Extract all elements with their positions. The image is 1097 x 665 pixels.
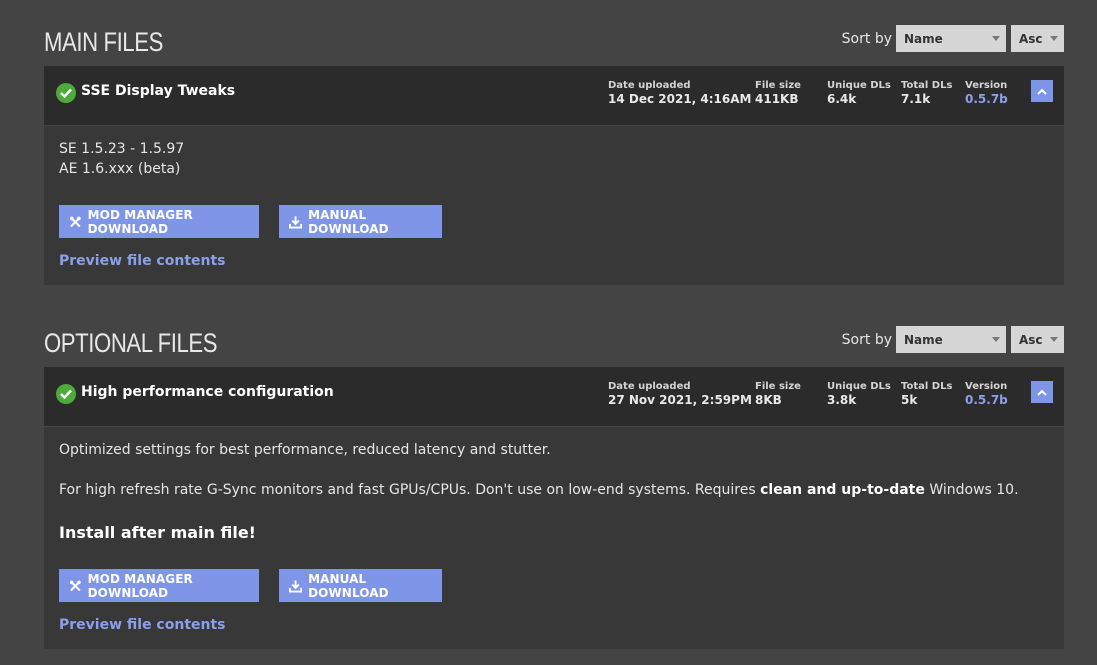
sort-label: Sort by (841, 30, 892, 47)
button-label: MOD MANAGER DOWNLOAD (87, 571, 193, 600)
stat-value: 6.4k (827, 92, 857, 106)
stat-value: 7.1k (901, 92, 931, 106)
stat-value: 14 Dec 2021, 4:16AM (608, 92, 752, 106)
file-description: Optimized settings for best performance,… (59, 442, 551, 458)
stat-value: 3.8k (827, 393, 857, 407)
version-link[interactable]: 0.5.7b (965, 393, 1008, 407)
stat-date-uploaded: Date uploaded 27 Nov 2021, 2:59PM (608, 381, 752, 407)
chevron-down-icon (992, 337, 1000, 342)
file-header[interactable]: SSE Display Tweaks Date uploaded 14 Dec … (44, 66, 1064, 126)
version-link[interactable]: 0.5.7b (965, 92, 1008, 106)
chevron-down-icon (1050, 36, 1058, 41)
stat-label: Date uploaded (608, 80, 691, 91)
chevron-down-icon (992, 36, 1000, 41)
sort-direction-select[interactable]: Asc (1011, 326, 1064, 353)
chevron-up-icon (1037, 88, 1047, 95)
stat-label: Unique DLs (827, 80, 891, 91)
download-icon (289, 579, 303, 593)
sort-field-value: Name (904, 31, 943, 46)
optional-file-card: High performance configuration Date uplo… (44, 367, 1064, 649)
stat-label: Unique DLs (827, 381, 891, 392)
main-files-title: MAIN FILES (44, 27, 163, 57)
stat-version: Version 0.5.7b (965, 80, 1008, 106)
collapse-button[interactable] (1031, 80, 1053, 102)
stat-label: Version (965, 381, 1008, 392)
mod-manager-download-button[interactable]: MOD MANAGER DOWNLOAD (59, 205, 259, 238)
tools-icon (69, 216, 81, 227)
stat-label: Date uploaded (608, 381, 691, 392)
stat-label: Total DLs (901, 80, 953, 91)
chevron-down-icon (1050, 337, 1058, 342)
button-label: MOD MANAGER DOWNLOAD (87, 207, 193, 236)
sort-field-value: Name (904, 332, 943, 347)
sort-field-select[interactable]: Name (896, 25, 1006, 52)
stat-label: File size (755, 381, 801, 392)
stat-total-dls: Total DLs 5k (901, 381, 952, 407)
check-circle-icon (56, 384, 76, 404)
sort-label: Sort by (841, 331, 892, 348)
stat-label: File size (755, 80, 801, 91)
collapse-button[interactable] (1031, 381, 1053, 403)
tools-icon (69, 580, 81, 591)
stat-value: 5k (901, 393, 918, 407)
file-name: High performance configuration (81, 384, 334, 400)
file-description-line: SE 1.5.23 - 1.5.97 (59, 141, 185, 157)
stat-file-size: File size 8KB (755, 381, 801, 407)
install-note: Install after main file! (59, 523, 256, 542)
stat-unique-dls: Unique DLs 3.8k (827, 381, 891, 407)
sort-direction-value: Asc (1019, 332, 1043, 347)
main-file-card: SSE Display Tweaks Date uploaded 14 Dec … (44, 66, 1064, 285)
requirements-emphasis: clean and up-to-date (760, 482, 925, 498)
stat-value: 8KB (755, 393, 782, 407)
sort-field-select[interactable]: Name (896, 326, 1006, 353)
button-label: MANUAL DOWNLOAD (308, 207, 389, 236)
requirements-text: For high refresh rate G-Sync monitors an… (59, 482, 761, 498)
stat-value: 411KB (755, 92, 799, 106)
mod-manager-download-button[interactable]: MOD MANAGER DOWNLOAD (59, 569, 259, 602)
manual-download-button[interactable]: MANUAL DOWNLOAD (279, 205, 442, 238)
optional-sort-bar: Sort by Name Asc (842, 326, 1064, 353)
download-icon (289, 215, 303, 229)
stat-total-dls: Total DLs 7.1k (901, 80, 952, 106)
requirements-text-end: Windows 10. (924, 482, 1019, 498)
file-description-line: AE 1.6.xxx (beta) (59, 161, 181, 177)
sort-direction-value: Asc (1019, 31, 1043, 46)
preview-file-contents-link[interactable]: Preview file contents (59, 617, 226, 633)
sort-direction-select[interactable]: Asc (1011, 25, 1064, 52)
optional-files-title: OPTIONAL FILES (44, 328, 218, 358)
button-label: MANUAL DOWNLOAD (308, 571, 389, 600)
stat-date-uploaded: Date uploaded 14 Dec 2021, 4:16AM (608, 80, 751, 106)
file-header[interactable]: High performance configuration Date uplo… (44, 367, 1064, 427)
chevron-up-icon (1037, 389, 1047, 396)
check-circle-icon (56, 83, 76, 103)
main-sort-bar: Sort by Name Asc (842, 25, 1064, 52)
manual-download-button[interactable]: MANUAL DOWNLOAD (279, 569, 442, 602)
stat-label: Version (965, 80, 1008, 91)
stat-file-size: File size 411KB (755, 80, 801, 106)
file-name: SSE Display Tweaks (81, 83, 236, 99)
preview-file-contents-link[interactable]: Preview file contents (59, 253, 226, 269)
stat-version: Version 0.5.7b (965, 381, 1008, 407)
stat-unique-dls: Unique DLs 6.4k (827, 80, 891, 106)
stat-label: Total DLs (901, 381, 953, 392)
stat-value: 27 Nov 2021, 2:59PM (608, 393, 752, 407)
file-description-requirements: For high refresh rate G-Sync monitors an… (59, 482, 1019, 498)
